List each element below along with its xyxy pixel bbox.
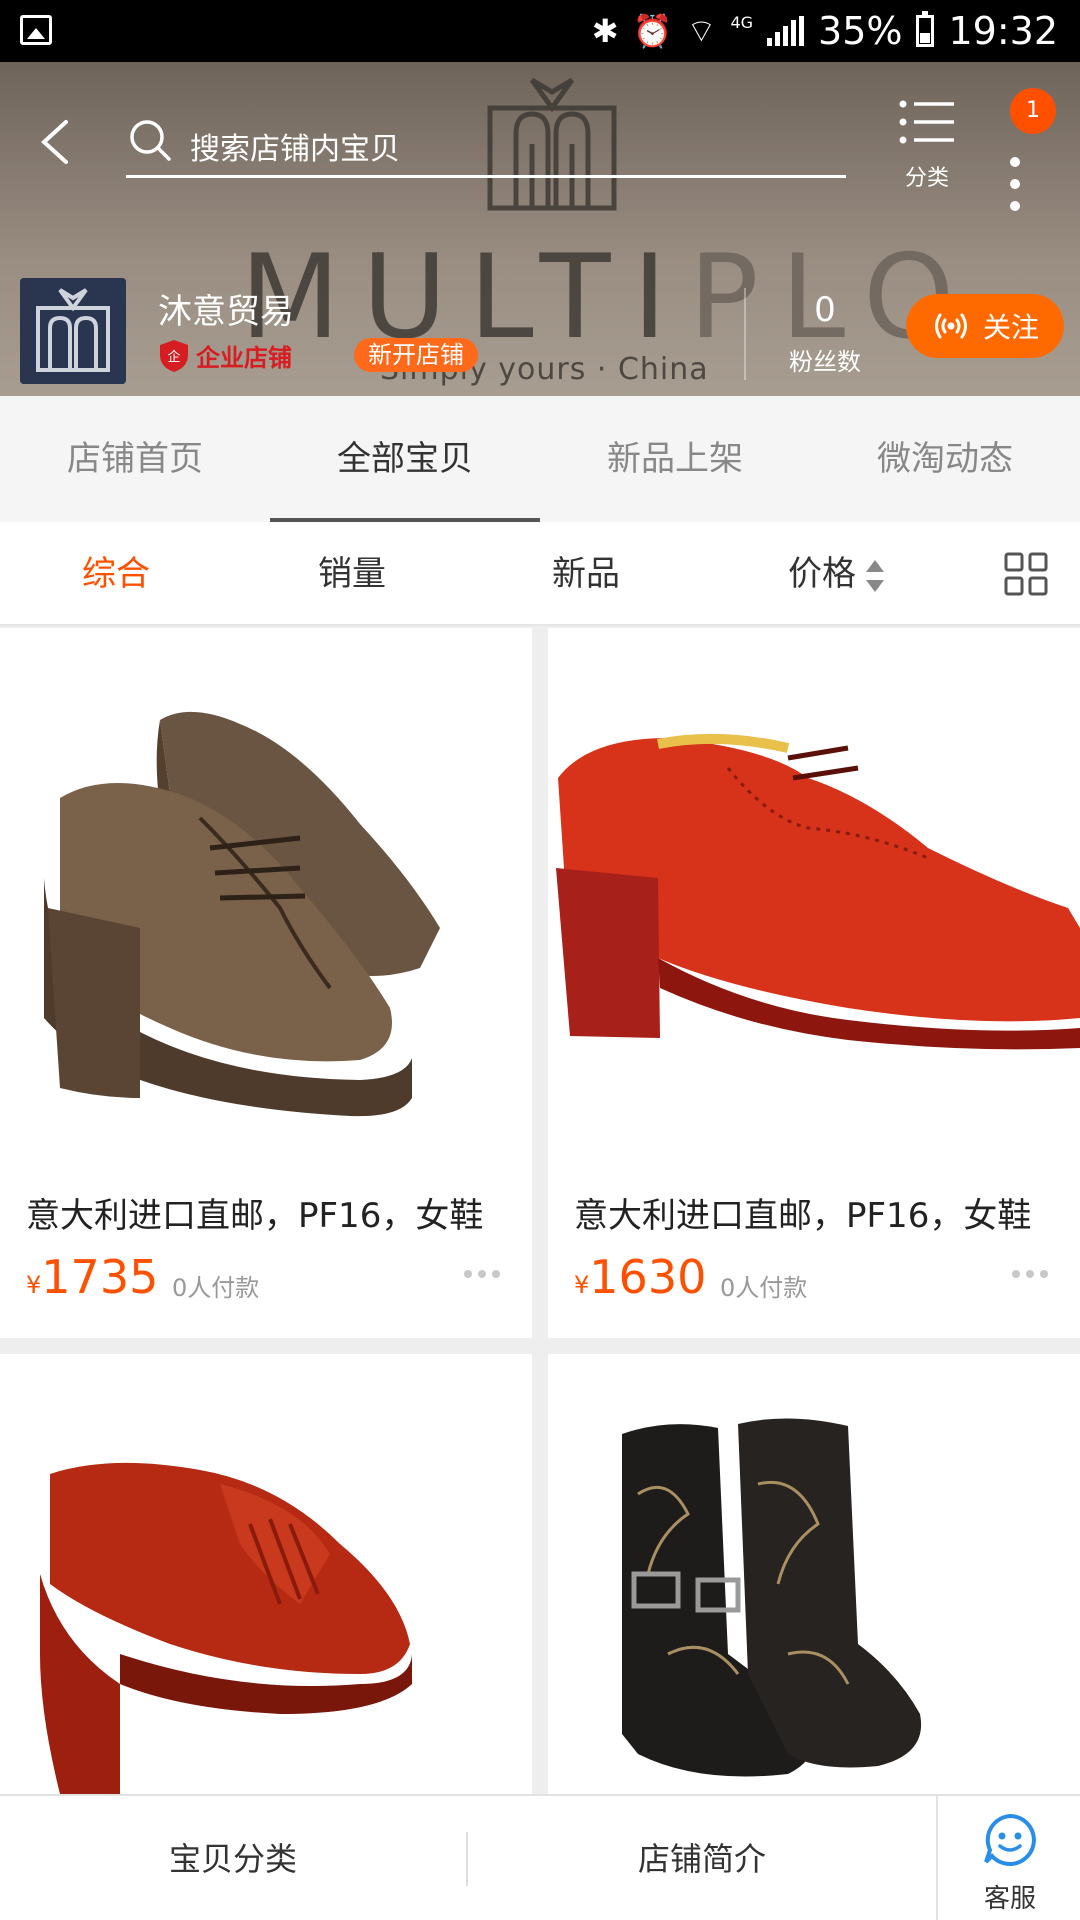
- divider: [744, 288, 746, 380]
- battery-icon: [916, 11, 935, 47]
- battery-percent: 35%: [818, 9, 903, 53]
- product-price: ¥1735: [26, 1250, 159, 1304]
- sort-arrows-icon: [866, 559, 884, 592]
- notification-badge: 1: [1010, 88, 1056, 134]
- status-icons: ✱ ⏰ ⌔ 4G 35% 19:32: [592, 0, 1058, 62]
- store-name: 沐意贸易: [158, 292, 294, 332]
- product-card[interactable]: [0, 1354, 532, 1794]
- product-sold-count: 0人付款: [720, 1274, 808, 1302]
- tab-new-arrivals[interactable]: 新品上架: [540, 396, 810, 522]
- signal-icon: [767, 16, 805, 46]
- category-label: 分类: [904, 166, 949, 191]
- fans-count: 0: [814, 290, 836, 330]
- broadcast-icon: [934, 313, 967, 339]
- search-placeholder: 搜索店铺内宝贝: [190, 132, 400, 167]
- gallery-notification-icon: [20, 15, 52, 45]
- product-title: 意大利进口直邮，PF16，女鞋: [574, 1196, 1032, 1236]
- bluetooth-icon: ✱: [591, 12, 619, 50]
- shield-icon: 企: [160, 339, 188, 372]
- grid-view-icon[interactable]: [1004, 552, 1048, 596]
- screen: ✱ ⏰ ⌔ 4G 35% 19:32 MULTIPLO Simply yours…: [0, 0, 1080, 1920]
- tab-weitao-updates[interactable]: 微淘动态: [810, 396, 1080, 522]
- enterprise-badge: 企 企业店铺: [158, 338, 292, 373]
- product-image[interactable]: [548, 1354, 1080, 1794]
- product-card[interactable]: 意大利进口直邮，PF16，女鞋 ¥1630 0人付款: [548, 628, 1080, 1338]
- store-intro-button[interactable]: 店铺简介: [468, 1796, 936, 1920]
- product-card[interactable]: [548, 1354, 1080, 1794]
- product-image[interactable]: [548, 628, 1080, 1158]
- sort-new[interactable]: 新品: [552, 522, 620, 626]
- clock: 19:32: [948, 9, 1058, 53]
- tab-store-home[interactable]: 店铺首页: [0, 396, 270, 522]
- tab-all-items[interactable]: 全部宝贝: [270, 396, 540, 522]
- enterprise-badge-label: 企业店铺: [196, 344, 292, 372]
- customer-service-button[interactable]: 客服: [940, 1796, 1080, 1920]
- more-icon[interactable]: [462, 1268, 502, 1280]
- fans-label: 粉丝数: [789, 348, 861, 376]
- divider: [936, 1796, 938, 1920]
- follow-label: 关注: [982, 311, 1039, 344]
- list-icon: [899, 100, 954, 144]
- customer-service-label: 客服: [983, 1884, 1036, 1914]
- store-tabs: 店铺首页 全部宝贝 新品上架 微淘动态: [0, 396, 1080, 522]
- back-button[interactable]: [30, 114, 86, 170]
- store-avatar[interactable]: [20, 278, 126, 384]
- product-sold-count: 0人付款: [172, 1274, 260, 1302]
- search-input[interactable]: 搜索店铺内宝贝: [126, 112, 846, 178]
- sort-bar: 综合 销量 新品 价格: [0, 522, 1080, 626]
- bottom-bar: 宝贝分类 店铺简介 客服: [0, 1794, 1080, 1920]
- more-icon[interactable]: [1010, 1268, 1050, 1280]
- status-bar: ✱ ⏰ ⌔ 4G 35% 19:32: [0, 0, 1080, 62]
- network-type: 4G: [730, 12, 754, 32]
- new-store-badge: 新开店铺: [354, 338, 478, 372]
- wifi-icon: ⌔: [686, 12, 717, 50]
- follow-button[interactable]: 关注: [906, 294, 1064, 358]
- sort-overall[interactable]: 综合: [82, 522, 150, 626]
- item-categories-button[interactable]: 宝贝分类: [0, 1796, 466, 1920]
- svg-text:企: 企: [167, 349, 180, 365]
- customer-service-icon: [984, 1813, 1036, 1866]
- product-title: 意大利进口直邮，PF16，女鞋: [26, 1196, 484, 1236]
- product-image[interactable]: [0, 1354, 532, 1794]
- product-price: ¥1630: [574, 1250, 707, 1304]
- category-button[interactable]: 分类: [890, 98, 964, 218]
- sort-price[interactable]: 价格: [788, 522, 884, 626]
- product-image[interactable]: [0, 628, 532, 1158]
- more-options-button[interactable]: [1000, 122, 1030, 222]
- sort-price-label: 价格: [788, 554, 856, 594]
- sort-sales[interactable]: 销量: [318, 522, 386, 626]
- search-icon: [130, 120, 171, 161]
- product-card[interactable]: 意大利进口直邮，PF16，女鞋 ¥1735 0人付款: [0, 628, 532, 1338]
- store-header: MULTIPLO Simply yours · China 搜索店铺内宝贝 分类…: [0, 62, 1080, 396]
- alarm-icon: ⏰: [632, 12, 673, 50]
